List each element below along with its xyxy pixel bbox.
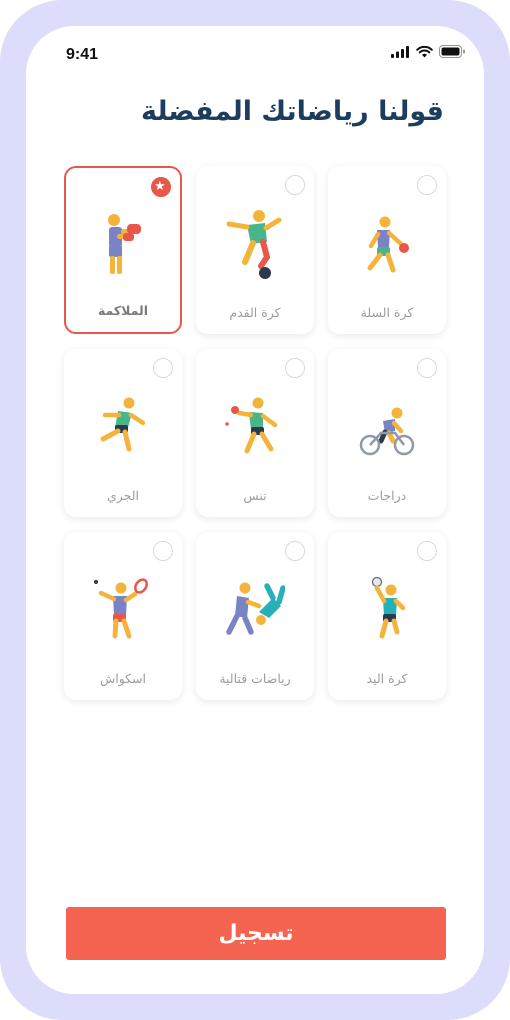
sport-label: اسكواش [99, 671, 147, 686]
radio-button[interactable] [417, 175, 437, 195]
cycling-icon [359, 407, 415, 456]
phone-screen: 9:41 قولنا رياضاتك المفضلة ★ الملاكمة كر… [26, 26, 484, 994]
sport-label: رياضات قتالية [219, 671, 291, 686]
selected-star-icon[interactable]: ★ [151, 177, 171, 197]
sport-card-martial-arts[interactable]: رياضات قتالية [196, 532, 314, 700]
sport-label: دراجات [367, 488, 407, 503]
handball-icon [371, 576, 406, 639]
sport-label: كرة اليد [366, 671, 408, 686]
sport-card-soccer[interactable]: كرة القدم [196, 166, 314, 334]
cellular-signal-icon [391, 45, 409, 58]
radio-button[interactable] [285, 358, 305, 378]
device-frame: 9:41 قولنا رياضاتك المفضلة ★ الملاكمة كر… [0, 0, 510, 1020]
radio-button[interactable] [417, 541, 437, 561]
wifi-icon [416, 45, 433, 57]
sport-label: كرة القدم [229, 305, 281, 320]
basketball-icon [367, 216, 409, 273]
radio-button[interactable] [417, 358, 437, 378]
radio-button[interactable] [285, 175, 305, 195]
sport-card-squash[interactable]: اسكواش [64, 532, 182, 700]
radio-button[interactable] [153, 541, 173, 561]
sport-card-boxing[interactable]: ★ الملاكمة [64, 166, 182, 334]
sport-card-cycling[interactable]: دراجات [328, 349, 446, 517]
status-bar: 9:41 [26, 26, 484, 86]
sport-card-basketball[interactable]: كرة السلة [328, 166, 446, 334]
battery-icon [439, 45, 465, 58]
soccer-icon [226, 210, 282, 279]
page-title: قولنا رياضاتك المفضلة [141, 96, 444, 127]
running-icon [100, 397, 146, 452]
radio-button[interactable] [153, 358, 173, 378]
sport-label: الملاكمة [97, 303, 149, 318]
submit-button[interactable]: تسجيل [66, 907, 446, 960]
radio-button[interactable] [285, 541, 305, 561]
boxing-icon [108, 214, 141, 274]
sport-card-running[interactable]: الجري [64, 349, 182, 517]
sport-label: الجري [106, 488, 140, 503]
squash-icon [94, 578, 148, 639]
sports-grid: ★ الملاكمة كرة القدم كرة السلة الجري تنس… [64, 166, 446, 701]
martial-arts-icon [226, 582, 285, 635]
tennis-icon [225, 397, 278, 454]
sport-card-handball[interactable]: كرة اليد [328, 532, 446, 700]
sport-label: كرة السلة [360, 305, 414, 320]
status-time: 9:41 [66, 46, 99, 63]
sport-card-tennis[interactable]: تنس [196, 349, 314, 517]
status-icons [391, 45, 466, 58]
sport-label: تنس [243, 488, 267, 503]
